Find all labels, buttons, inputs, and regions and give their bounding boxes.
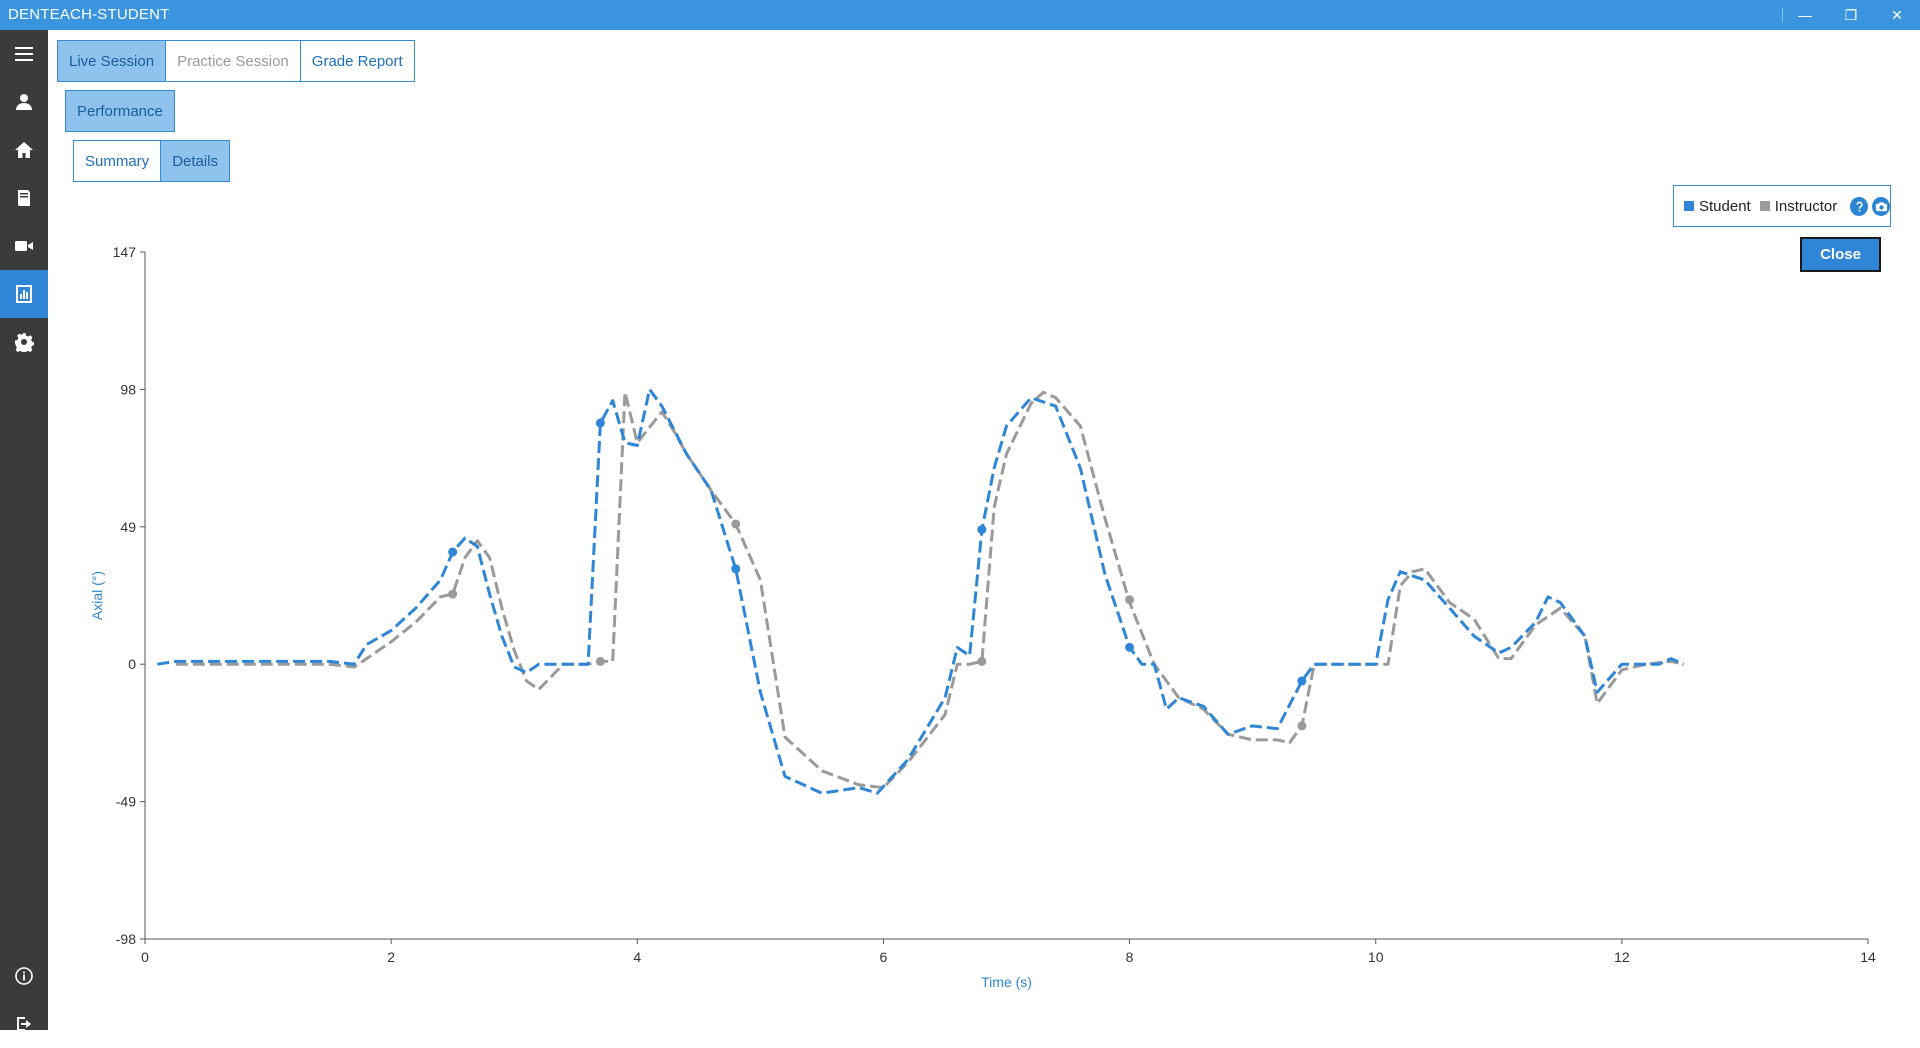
minimize-button[interactable]: — (1782, 0, 1828, 30)
tab-practice-session[interactable]: Practice Session (166, 40, 301, 82)
legend-instructor-label: Instructor (1774, 197, 1838, 215)
data-point-instructor (1297, 721, 1307, 731)
data-point-instructor (1125, 595, 1135, 605)
y-tick-label: 49 (120, 519, 136, 535)
title-bar: DENTEACH-STUDENT — ❐ ✕ (0, 0, 1920, 30)
x-tick-label: 14 (1860, 949, 1876, 965)
tab-details[interactable]: Details (161, 140, 231, 182)
book-icon[interactable] (0, 174, 48, 222)
home-icon[interactable] (0, 126, 48, 174)
y-tick-label: -98 (116, 931, 136, 947)
mode-tabs: Live Session Practice Session Grade Repo… (57, 40, 415, 82)
restore-button[interactable]: ❐ (1828, 0, 1874, 30)
data-point-student (1297, 676, 1307, 686)
data-point-student (731, 564, 741, 574)
y-tick-label: 147 (113, 244, 137, 260)
tab-performance[interactable]: Performance (65, 90, 175, 132)
x-tick-label: 10 (1368, 949, 1384, 965)
hamburger-menu-icon[interactable] (0, 30, 48, 78)
data-point-student (595, 418, 605, 428)
data-point-instructor (595, 656, 605, 666)
x-axis-title: Time (s) (981, 974, 1032, 990)
legend-student: Student (1684, 198, 1751, 215)
tab-live-session[interactable]: Live Session (57, 40, 167, 82)
x-tick-label: 4 (633, 949, 641, 965)
x-tick-label: 12 (1614, 949, 1630, 965)
bar-chart-icon[interactable] (0, 270, 48, 318)
performance-tabs: Performance (65, 90, 175, 132)
video-camera-icon[interactable] (0, 222, 48, 270)
series-line-instructor (175, 390, 1684, 790)
data-point-student (1125, 642, 1135, 652)
data-point-instructor (448, 589, 458, 599)
app-title: DENTEACH-STUDENT (8, 6, 170, 23)
logout-icon[interactable] (0, 1000, 48, 1048)
x-tick-label: 8 (1126, 949, 1134, 965)
y-axis-title: Axial (°) (89, 571, 105, 620)
axial-chart: -98 -49 0 49 98 147 0 2 4 6 8 10 12 14 Time (s) Axial (… (89, 244, 1876, 990)
legend-student-label: Student (1699, 197, 1751, 215)
chart-legend: Student Instructor (1673, 185, 1891, 227)
legend-instructor: Instructor (1759, 197, 1838, 215)
data-point-student (448, 547, 458, 557)
series-line-student (157, 387, 1685, 795)
tab-summary[interactable]: Summary (73, 140, 162, 182)
camera-icon[interactable] (1872, 196, 1890, 216)
data-point-student (977, 525, 987, 535)
student-swatch (1684, 201, 1694, 211)
x-tick-label: 0 (141, 949, 149, 965)
data-point-instructor (731, 519, 741, 529)
y-tick-label: 98 (120, 381, 136, 397)
data-point-instructor (977, 656, 987, 666)
y-tick-label: -49 (116, 794, 136, 810)
x-tick-label: 2 (387, 949, 395, 965)
window-close-button[interactable]: ✕ (1874, 0, 1920, 30)
info-icon[interactable] (0, 952, 48, 1000)
help-icon[interactable] (1850, 196, 1869, 216)
user-icon[interactable] (0, 78, 48, 126)
x-tick-label: 6 (880, 949, 888, 965)
sidebar (0, 30, 48, 1031)
tab-grade-report[interactable]: Grade Report (300, 40, 415, 82)
gear-icon[interactable] (0, 318, 48, 366)
y-tick-label: 0 (128, 656, 136, 672)
instructor-swatch (1759, 201, 1770, 211)
view-tabs: Summary Details (73, 140, 231, 182)
